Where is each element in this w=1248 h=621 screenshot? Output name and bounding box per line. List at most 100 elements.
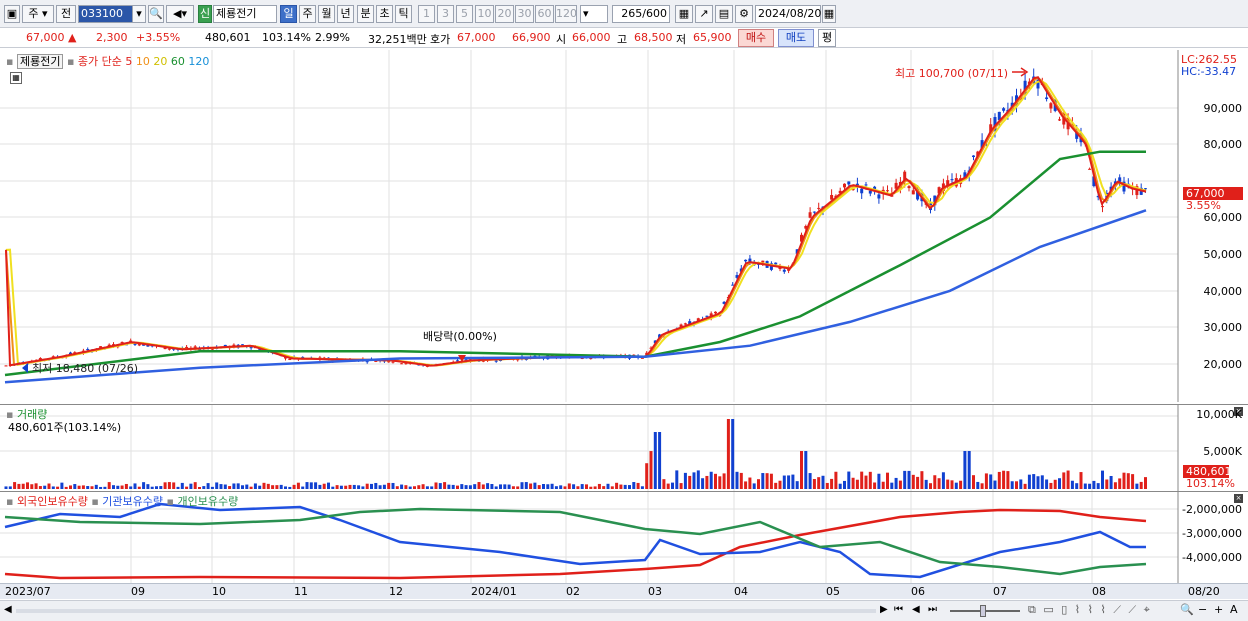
volume-bar [443,482,447,489]
code-dropdown-icon[interactable]: ▾ [132,5,146,23]
interval-30-button[interactable]: 30 [515,5,534,23]
candle-body [714,311,717,314]
chart-type-icons[interactable]: ⧉ ▭ ▯ ⌇ ⌇ ⌇ ⟋ ⟋ ⌖ [1028,603,1152,617]
market-select[interactable]: 주 ▾ [22,5,54,23]
candle-body [812,211,816,213]
volume-bar [950,480,954,489]
volume-bar [718,476,722,489]
volume-bar [886,472,889,489]
interval-1-button[interactable]: 1 [418,5,435,23]
volume-bar [989,474,993,489]
volume-chart[interactable] [0,405,1248,491]
volume-bar [671,482,674,489]
eval-button[interactable]: 평 [818,29,836,47]
volume-bar [855,479,859,489]
volume-bar [266,483,270,489]
period-month-button[interactable]: 월 [318,5,335,23]
navigation-bar: ◀ ▶ ⏮ ◀ ⏭ ⧉ ▭ ▯ ⌇ ⌇ ⌇ ⟋ ⟋ ⌖ 🔍 − + A [0,600,1248,621]
period-week-button[interactable]: 주 [299,5,316,23]
volume-bar [288,486,292,489]
search-icon[interactable]: 🔍 [148,5,164,23]
sell-button[interactable]: 매도 [778,29,814,47]
y-tick: -3,000,000 [1182,527,1242,540]
scroll-left-icon[interactable]: ◀ [4,604,12,615]
save-icon[interactable]: ▤ [715,5,733,23]
window-menu-icon[interactable]: ▣ [4,5,20,23]
volume-bar [413,486,416,489]
low-label: 저 [676,33,687,46]
volume-bar [116,485,120,489]
volume-bar [64,486,68,489]
volume-bar [241,485,244,489]
volume-bar [567,483,571,489]
prev-button[interactable]: 전 [56,5,76,23]
stock-name-field[interactable]: 제룡전기 [213,5,277,23]
ask-label: 호가 [430,33,451,46]
first-page-icon[interactable]: ⏮ [894,604,903,615]
volume-bar [309,482,313,489]
ma5-line [5,76,1147,367]
volume-bar [997,471,1001,489]
candle-body [907,186,911,189]
zoom-search-icon[interactable]: 🔍 [1180,603,1194,616]
count-total: /600 [642,7,667,20]
volume-bar [382,484,386,489]
next-page-icon[interactable]: ⏭ [928,604,937,615]
volume-bar [387,482,391,489]
candle-body [1049,103,1053,109]
zoom-out-icon[interactable]: − [1198,603,1207,616]
interval-5-button[interactable]: 5 [456,5,473,23]
custom-interval-select[interactable]: ▾ [580,5,608,23]
candle-body [877,194,881,199]
count-field[interactable]: 265/600 [612,5,670,23]
gear-icon[interactable]: ⚙ [735,5,753,23]
x-tick: 08 [1092,585,1106,598]
volume-bar [481,484,485,489]
interval-20-button[interactable]: 20 [495,5,514,23]
speaker-icon[interactable]: ◀▾ [166,5,194,23]
date-field[interactable]: 2024/08/20 [755,5,821,23]
horizontal-scrollbar[interactable] [16,609,876,613]
candle-body [817,207,821,209]
x-tick: 10 [212,585,226,598]
volume-bar [107,482,111,489]
price-y-axis: 90,000 80,000 60,000 50,000 40,000 30,00… [1178,50,1248,402]
volume-bar [795,481,799,489]
interval-60-button[interactable]: 60 [535,5,554,23]
buy-button[interactable]: 매수 [738,29,774,47]
interval-10-button[interactable]: 10 [475,5,494,23]
prev-page-icon[interactable]: ◀ [912,604,920,615]
font-size-icon[interactable]: A [1230,603,1238,616]
high-price: 68,500 [634,31,673,44]
draw-line-icon[interactable]: ↗ [695,5,713,23]
zoom-in-icon[interactable]: + [1214,603,1223,616]
volume-bar [593,486,597,489]
interval-3-button[interactable]: 3 [437,5,454,23]
period-second-button[interactable]: 초 [376,5,393,23]
period-minute-button[interactable]: 분 [357,5,374,23]
volume-bar [640,486,644,489]
quote-bar: 67,000 ▲ 2,300 +3.55% 480,601 103.14% 2.… [0,28,1248,48]
scroll-right-icon[interactable]: ▶ [880,604,888,615]
calendar-icon[interactable]: ▦ [822,5,836,23]
table-icon[interactable]: ▦ [10,72,22,84]
volume-bar [550,483,554,489]
period-year-button[interactable]: 년 [337,5,354,23]
price-legend: ▪ 제룡전기 ▪ 종가 단순 5 10 20 60 120 [6,53,209,69]
volume-bar [632,482,636,489]
candle-body [1045,97,1049,100]
price-chart[interactable] [0,50,1248,402]
zoom-slider-handle[interactable] [980,605,986,617]
x-tick: 2024/01 [471,585,517,598]
volume-bar [374,482,378,489]
volume-bar [395,486,399,489]
chart-tools-icon[interactable]: ▦ [675,5,693,23]
volume-bar [765,473,769,489]
period-day-button[interactable]: 일 [280,5,297,23]
legend-marker-icon: ▪ [166,495,174,508]
panel-stock-name[interactable]: 제룡전기 [16,54,64,69]
period-tick-button[interactable]: 틱 [395,5,412,23]
volume-bar [696,470,700,489]
interval-120-button[interactable]: 120 [555,5,577,23]
volume-bar [120,485,124,489]
